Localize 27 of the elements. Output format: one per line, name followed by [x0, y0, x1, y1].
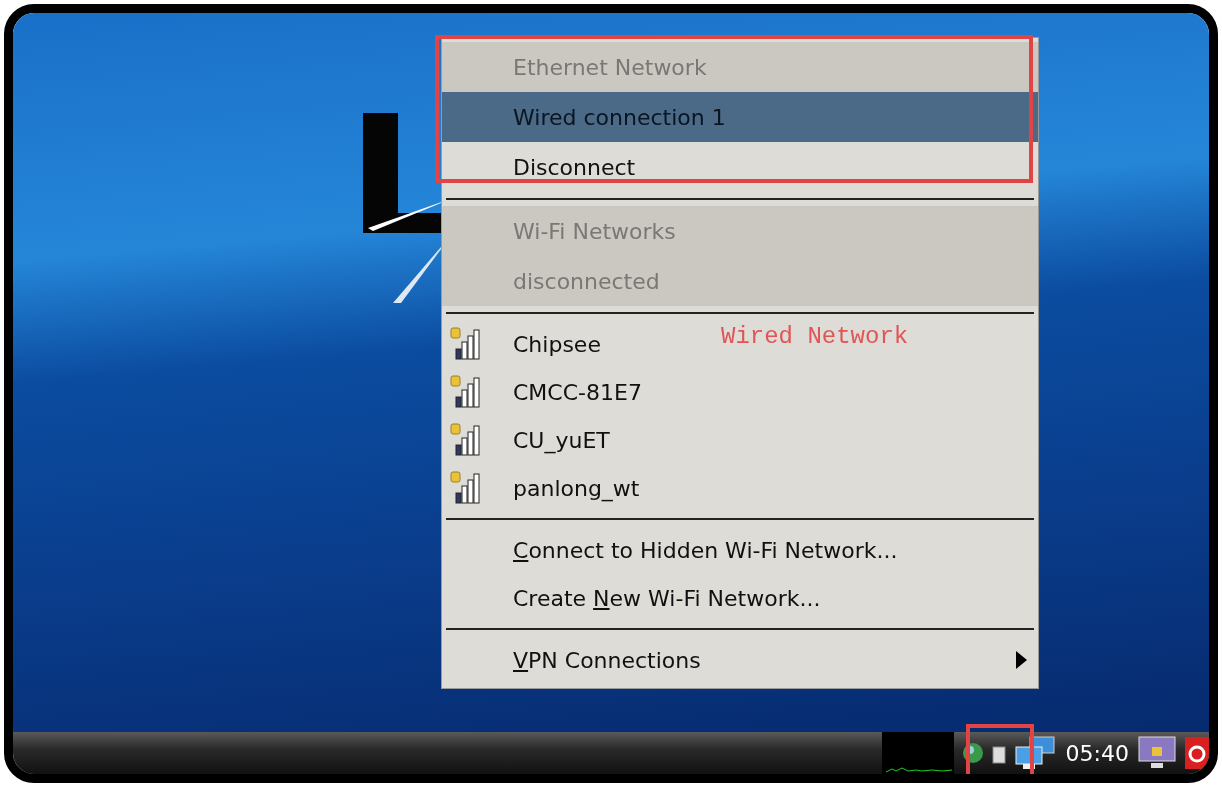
menu-item[interactable]: Connect to Hidden Wi-Fi Network... — [442, 526, 1038, 574]
lock-screen-icon[interactable] — [1137, 735, 1177, 771]
menu-section-header: disconnected — [442, 256, 1038, 306]
menu-section-header: Ethernet Network — [442, 42, 1038, 92]
wifi-signal-lock-icon — [449, 375, 483, 409]
clock[interactable]: 05:40 — [1065, 740, 1129, 766]
wifi-network-item[interactable]: panlong_wt — [442, 464, 654, 512]
network-computers-icon[interactable] — [1013, 735, 1058, 771]
submenu-item[interactable]: VPN Connections — [442, 636, 1038, 684]
menu-item-label: Connect to Hidden Wi-Fi Network... — [513, 537, 898, 563]
globe-icon[interactable] — [961, 742, 984, 764]
wifi-signal-lock-icon — [449, 327, 483, 361]
wifi-signal-lock-icon — [449, 423, 483, 457]
wifi-network-item[interactable]: CU_yuET — [442, 416, 624, 464]
menu-item-label: VPN Connections — [513, 647, 701, 673]
wifi-signal-lock-icon — [449, 471, 483, 505]
menu-item[interactable]: Create New Wi-Fi Network... — [442, 574, 1038, 622]
highlight-frame — [966, 724, 1034, 774]
wifi-network-item[interactable]: CMCC-81E7 — [442, 368, 656, 416]
cpu-graph-icon — [881, 732, 954, 774]
menu-item-label: Create New Wi-Fi Network... — [513, 585, 821, 611]
power-icon[interactable] — [1185, 737, 1209, 769]
submenu-arrow-icon — [1014, 650, 1028, 670]
wifi-network-item[interactable]: Chipsee — [442, 320, 615, 368]
annotation-text: Wired Network — [721, 323, 909, 350]
menu-section-header: Wi-Fi Networks — [442, 206, 1038, 256]
menu-item[interactable]: Disconnect — [442, 142, 1038, 192]
